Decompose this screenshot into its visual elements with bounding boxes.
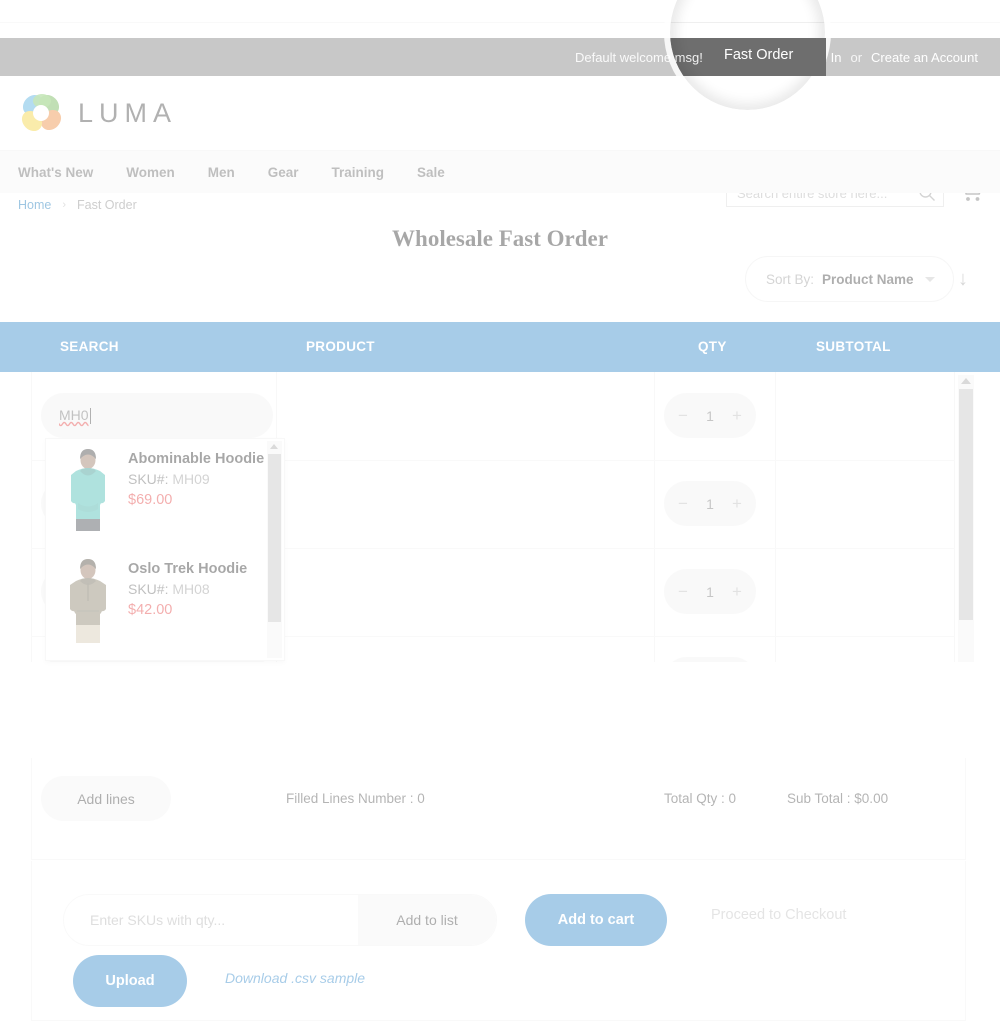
logo-link[interactable]: LUMA: [18, 90, 177, 136]
qty-value: 1: [706, 407, 714, 424]
total-qty: Total Qty : 0: [664, 791, 737, 806]
qty-stepper[interactable]: − 1 +: [664, 657, 756, 662]
scrollbar-thumb[interactable]: [268, 454, 281, 622]
top-divider: [0, 22, 1000, 23]
qty-decrease-button[interactable]: −: [678, 495, 688, 512]
sku-value: MH09: [172, 471, 210, 487]
add-to-list-button[interactable]: Add to list: [358, 895, 496, 945]
sort-direction-icon[interactable]: ↓: [958, 266, 976, 292]
autocomplete-scrollbar[interactable]: [267, 441, 282, 658]
scrollbar-thumb[interactable]: [959, 389, 973, 620]
autocomplete-item[interactable]: Oslo Trek Hoodie SKU#: MH08 $42.00: [46, 549, 270, 653]
autocomplete-product-price: $42.00: [128, 602, 173, 618]
qty-decrease-button[interactable]: −: [678, 583, 688, 600]
scroll-up-arrow-icon[interactable]: [270, 444, 278, 449]
text-cursor: [89, 407, 91, 424]
column-header-qty: QTY: [698, 339, 727, 354]
autocomplete-product-sku: SKU#: MH09: [128, 471, 264, 487]
add-to-cart-button[interactable]: Add to cart: [525, 894, 667, 946]
autocomplete-product-sku: SKU#: MH08: [128, 581, 247, 597]
nav-item-women[interactable]: Women: [126, 165, 195, 180]
qty-value: 1: [706, 583, 714, 600]
sku-list-input[interactable]: [64, 895, 360, 945]
page-title: Wholesale Fast Order: [392, 226, 608, 251]
breadcrumb-separator-icon: ›: [62, 199, 67, 211]
create-account-link[interactable]: Create an Account: [871, 50, 978, 65]
column-header-product: PRODUCT: [306, 339, 375, 354]
luma-pinwheel-logo-icon: [18, 90, 64, 136]
sku-label: SKU#:: [128, 581, 169, 597]
row-search-input[interactable]: MH0: [41, 393, 273, 438]
qty-increase-button[interactable]: +: [732, 583, 742, 600]
table-scrollbar[interactable]: [958, 375, 974, 662]
add-lines-button[interactable]: Add lines: [41, 776, 171, 821]
sku-label: SKU#:: [128, 471, 169, 487]
autocomplete-product-name: Oslo Trek Hoodie: [128, 561, 248, 577]
totals-bar: Add lines Filled Lines Number : 0 Total …: [31, 758, 966, 860]
qty-stepper[interactable]: − 1 +: [664, 481, 756, 526]
welcome-message: Default welcome msg!: [574, 49, 703, 65]
autocomplete-item[interactable]: Abominable Hoodie SKU#: MH09 $69.00: [46, 439, 270, 543]
autocomplete-product-name: Abominable Hoodie: [128, 451, 265, 467]
filled-lines-number: Filled Lines Number : 0: [286, 791, 425, 806]
qty-value: 1: [706, 495, 714, 512]
top-utility-bar: Default welcome msg! Fast Order Sign In …: [0, 38, 1000, 76]
sku-value: MH08: [172, 581, 210, 597]
site-header: LUMA: [0, 76, 1000, 207]
nav-item-gear[interactable]: Gear: [268, 165, 319, 180]
autocomplete-dropdown: Abominable Hoodie SKU#: MH09 $69.00 Oslo…: [45, 438, 285, 661]
nav-list: What's New Women Men Gear Training Sale: [18, 151, 478, 194]
proceed-to-checkout-button[interactable]: Proceed to Checkout: [705, 906, 852, 924]
qty-increase-button[interactable]: +: [732, 407, 742, 424]
column-header-search: SEARCH: [60, 339, 119, 354]
main-navigation: What's New Women Men Gear Training Sale: [0, 150, 1000, 193]
column-header-subtotal: SUBTOTAL: [816, 339, 891, 354]
download-csv-sample-link[interactable]: Download .csv sample: [225, 970, 365, 986]
scroll-up-arrow-icon[interactable]: [961, 378, 971, 384]
chevron-down-icon: [924, 276, 935, 282]
sort-by-label: Sort By:: [766, 271, 815, 287]
sku-list-group: Add to list: [63, 894, 497, 946]
actions-bar: Add to list Add to cart Proceed to Check…: [31, 861, 966, 1021]
product-thumb-teal-hoodie-icon: [60, 447, 116, 535]
breadcrumb-current: Fast Order: [77, 198, 137, 212]
fast-order-table-header: SEARCH PRODUCT QTY SUBTOTAL: [0, 322, 1000, 372]
sub-total: Sub Total : $0.00: [787, 791, 889, 806]
nav-item-men[interactable]: Men: [208, 165, 255, 180]
qty-stepper[interactable]: − 1 +: [664, 393, 756, 438]
sort-by-value: Product Name: [822, 271, 914, 287]
qty-stepper[interactable]: − 1 +: [664, 569, 756, 614]
breadcrumb: Home › Fast Order: [18, 195, 137, 215]
sort-by-control[interactable]: Sort By: Product Name: [745, 256, 954, 302]
panel-or-text: or: [850, 49, 863, 65]
qty-decrease-button[interactable]: −: [678, 407, 688, 424]
breadcrumb-home[interactable]: Home: [18, 198, 51, 212]
nav-item-sale[interactable]: Sale: [417, 165, 465, 180]
row-search-value: MH0: [59, 407, 89, 423]
autocomplete-product-price: $69.00: [128, 492, 173, 508]
spotlight-panel-backdrop: [704, 38, 826, 76]
nav-item-whats-new[interactable]: What's New: [18, 165, 113, 180]
upload-button[interactable]: Upload: [73, 955, 187, 1007]
qty-increase-button[interactable]: +: [732, 495, 742, 512]
nav-item-training[interactable]: Training: [332, 165, 405, 180]
product-thumb-olive-hoodie-icon: [60, 557, 116, 645]
logo-text: LUMA: [78, 97, 178, 128]
